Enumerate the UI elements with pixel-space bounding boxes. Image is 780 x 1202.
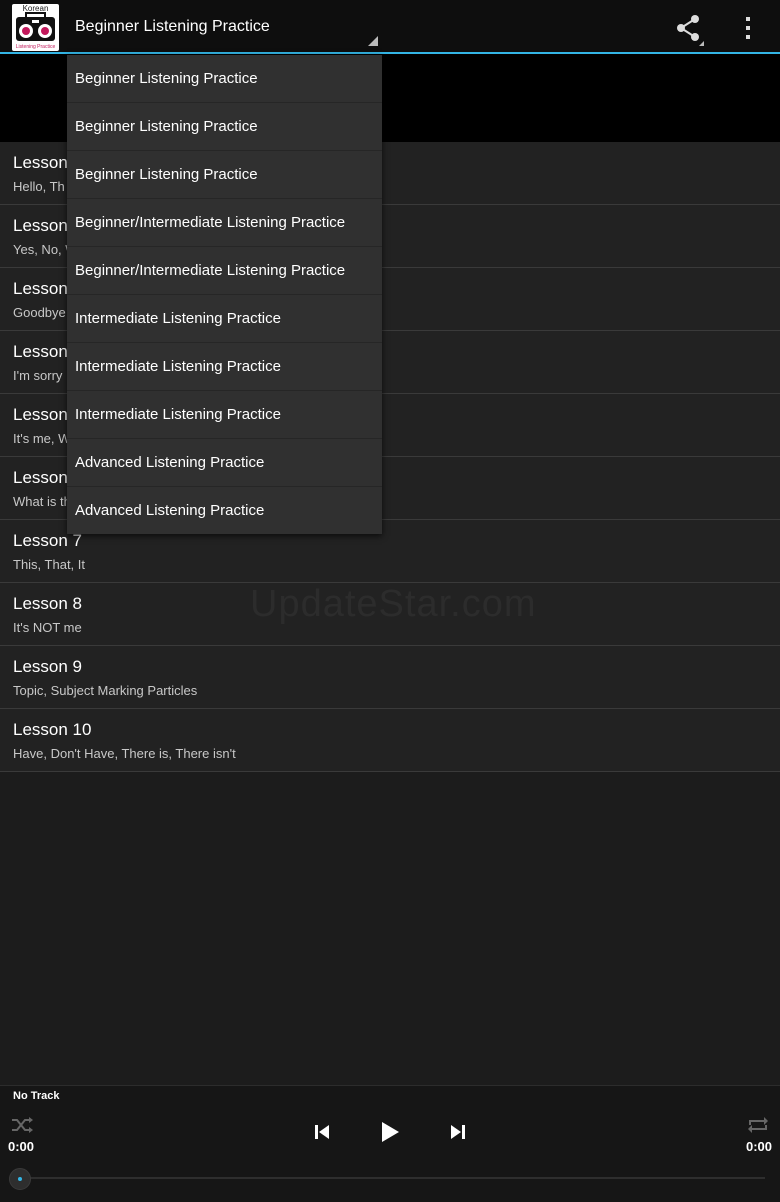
lesson-title: Lesson 10 <box>13 720 92 739</box>
dropdown-item[interactable]: Beginner/Intermediate Listening Practice <box>67 199 382 247</box>
lesson-subtitle: It's NOT me <box>13 620 82 635</box>
logo-text-bottom: Listening Practice <box>15 44 56 50</box>
previous-button[interactable] <box>310 1120 334 1144</box>
dropdown-item-label: Advanced Listening Practice <box>75 454 265 471</box>
dropdown-item[interactable]: Beginner Listening Practice <box>67 103 382 151</box>
dropdown-item-label: Beginner Listening Practice <box>75 166 258 183</box>
dropdown-item-label: Intermediate Listening Practice <box>75 310 281 327</box>
lesson-subtitle: Hello, Th <box>13 179 65 194</box>
lesson-title: Lesson 7 <box>13 531 82 550</box>
lesson-subtitle: I'm sorry <box>13 368 63 383</box>
dropdown-item[interactable]: Beginner/Intermediate Listening Practice <box>67 247 382 295</box>
previous-icon <box>315 1125 329 1139</box>
dropdown-item-label: Intermediate Listening Practice <box>75 358 281 375</box>
lesson-subtitle: Have, Don't Have, There is, There isn't <box>13 746 236 761</box>
app-logo[interactable]: Korean Listening Practice <box>12 4 59 51</box>
overflow-menu-button[interactable] <box>732 8 764 48</box>
lesson-title: Lesson <box>13 405 68 424</box>
lesson-subtitle: Topic, Subject Marking Particles <box>13 683 198 698</box>
category-spinner[interactable]: Beginner Listening Practice <box>66 0 382 52</box>
action-bar: Korean Listening Practice Beginner Liste… <box>0 0 780 52</box>
lesson-subtitle: What is th <box>13 494 71 509</box>
lesson-row[interactable]: Lesson 10 Have, Don't Have, There is, Th… <box>0 709 780 772</box>
dropdown-item[interactable]: Beginner Listening Practice <box>67 151 382 199</box>
shuffle-icon <box>12 1117 33 1133</box>
share-button[interactable] <box>668 8 708 48</box>
watermark: UpdateStar.com <box>250 583 537 625</box>
next-button[interactable] <box>446 1120 470 1144</box>
dropdown-item-label: Intermediate Listening Practice <box>75 406 281 423</box>
dropdown-item[interactable]: Advanced Listening Practice <box>67 439 382 487</box>
dropdown-item[interactable]: Intermediate Listening Practice <box>67 391 382 439</box>
dropdown-item[interactable]: Intermediate Listening Practice <box>67 343 382 391</box>
lesson-title: Lesson 9 <box>13 657 82 676</box>
spinner-arrow-icon <box>368 36 378 46</box>
lesson-title: Lesson <box>13 216 68 235</box>
track-name: No Track <box>13 1090 60 1102</box>
share-icon <box>677 15 704 46</box>
time-elapsed: 0:00 <box>8 1139 35 1154</box>
lesson-title: Lesson <box>13 342 68 361</box>
overflow-menu-icon <box>746 17 750 39</box>
dropdown-item[interactable]: Intermediate Listening Practice <box>67 295 382 343</box>
dropdown-item-label: Advanced Listening Practice <box>75 502 265 519</box>
shuffle-button[interactable] <box>10 1116 34 1134</box>
seek-bar[interactable] <box>20 1177 765 1179</box>
lesson-row[interactable]: Lesson 9 Topic, Subject Marking Particle… <box>0 646 780 709</box>
play-button[interactable] <box>376 1118 404 1146</box>
lesson-title: Lesson <box>13 153 68 172</box>
repeat-icon <box>748 1117 768 1133</box>
lesson-subtitle: Goodbye <box>13 305 66 320</box>
spinner-selected-label: Beginner Listening Practice <box>75 18 270 35</box>
dropdown-item-label: Beginner/Intermediate Listening Practice <box>75 262 346 279</box>
dropdown-item[interactable]: Advanced Listening Practice <box>67 487 382 534</box>
dropdown-item-label: Beginner/Intermediate Listening Practice <box>75 214 346 231</box>
lesson-title: Lesson 8 <box>13 594 82 613</box>
lesson-subtitle: This, That, It <box>13 557 86 572</box>
play-icon <box>382 1122 399 1142</box>
lesson-subtitle: It's me, W <box>13 431 71 446</box>
next-icon <box>451 1125 465 1139</box>
lesson-title: Lesson <box>13 468 68 487</box>
audio-player: No Track 0:00 0:00 <box>0 1085 780 1202</box>
dropdown-item-label: Beginner Listening Practice <box>75 70 258 87</box>
repeat-button[interactable] <box>746 1116 770 1134</box>
dropdown-item-label: Beginner Listening Practice <box>75 118 258 135</box>
seek-thumb[interactable] <box>9 1168 31 1190</box>
lesson-title: Lesson <box>13 279 68 298</box>
dropdown-item[interactable]: Beginner Listening Practice <box>67 55 382 103</box>
category-dropdown: Beginner Listening Practice Beginner Lis… <box>67 55 382 534</box>
time-total: 0:00 <box>745 1139 772 1154</box>
